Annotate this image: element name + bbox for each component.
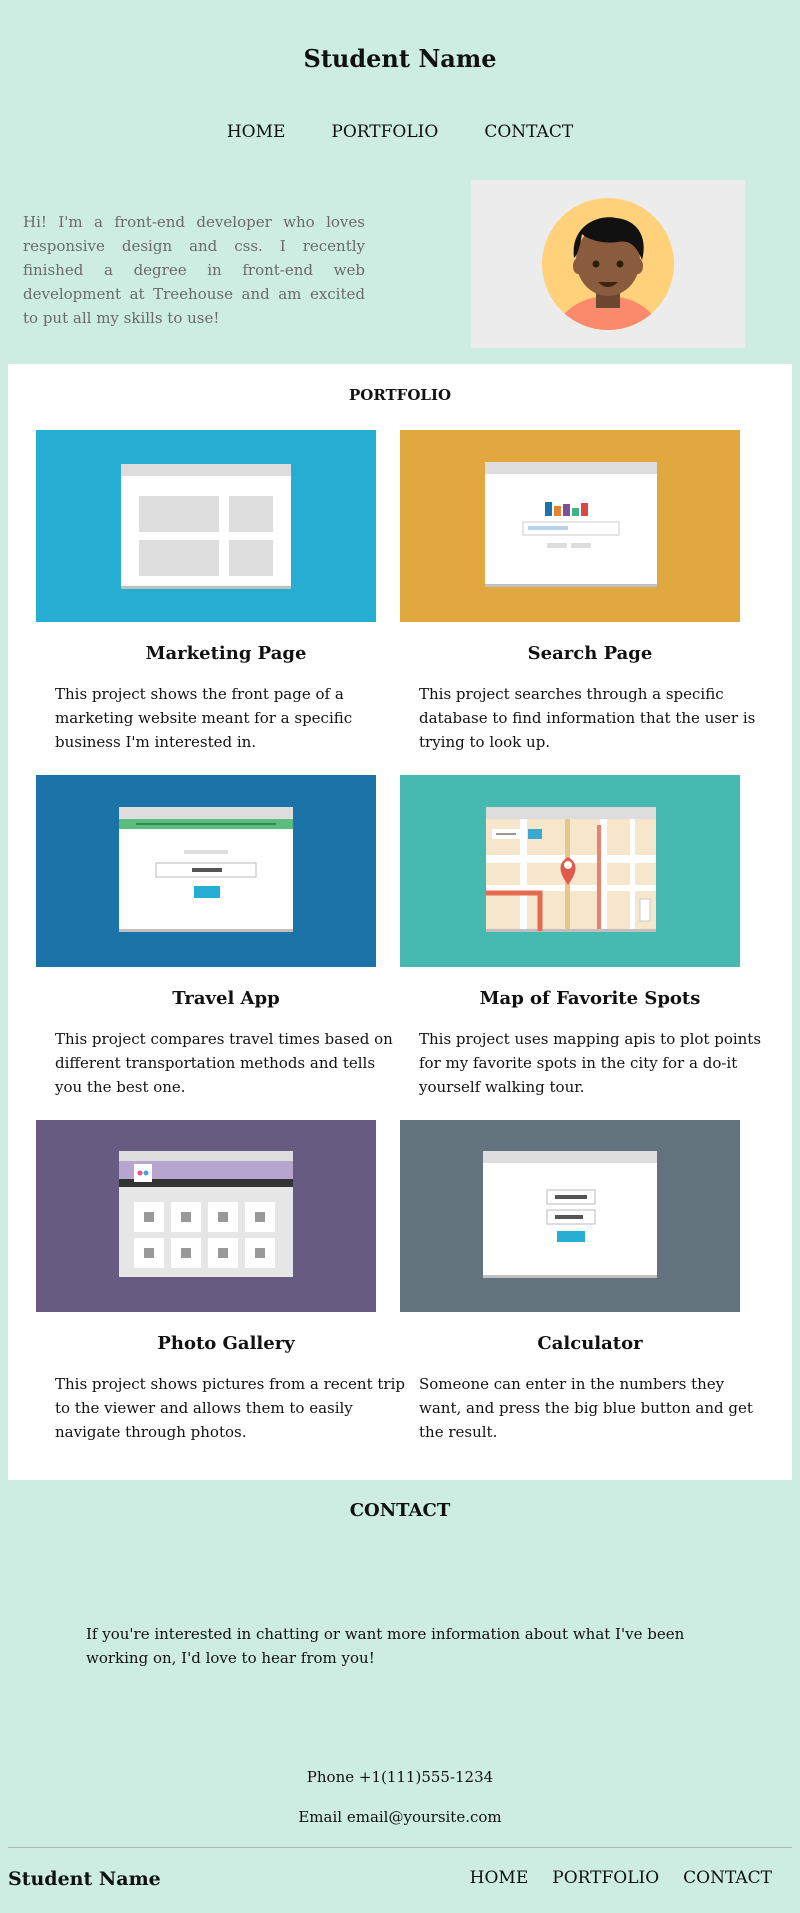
map-thumbnail [400, 775, 740, 967]
avatar [471, 180, 745, 348]
project-card-map[interactable]: Map of Favorite Spots This project uses … [400, 775, 761, 1096]
project-thumb[interactable] [400, 775, 740, 967]
nav-home[interactable]: HOME [227, 122, 286, 142]
search-page-thumbnail [400, 430, 740, 622]
project-thumb[interactable] [400, 1120, 740, 1312]
project-thumb[interactable] [36, 775, 376, 967]
intro-text: Hi! I'm a front-end developer who loves … [23, 213, 365, 327]
footer-nav-portfolio[interactable]: PORTFOLIO [552, 1868, 659, 1888]
project-description: This project searches through a specific… [419, 685, 756, 751]
contact-heading: CONTACT [349, 1500, 451, 1521]
footer-nav: HOME PORTFOLIO CONTACT [470, 1868, 772, 1888]
project-thumb[interactable] [400, 430, 740, 622]
project-card-gallery[interactable]: Photo Gallery This project shows picture… [36, 1120, 405, 1441]
project-description: Someone can enter in the numbers they wa… [419, 1375, 753, 1441]
project-card-travel[interactable]: Travel App This project compares travel … [36, 775, 393, 1096]
project-title: Search Page [527, 643, 653, 664]
project-description: This project shows pictures from a recen… [55, 1375, 405, 1441]
project-description: This project shows the front page of a m… [55, 685, 353, 751]
phone-number: Phone +1(111)555-1234 [306, 1768, 494, 1786]
project-description: This project uses mapping apis to plot p… [419, 1030, 762, 1096]
footer-nav-home[interactable]: HOME [470, 1868, 529, 1888]
top-nav: HOME PORTFOLIO CONTACT [0, 122, 800, 142]
project-title: Photo Gallery [157, 1333, 295, 1354]
marketing-page-thumbnail [36, 430, 376, 622]
avatar-illustration [542, 198, 674, 330]
travel-app-thumbnail [36, 775, 376, 967]
project-title: Calculator [537, 1333, 643, 1354]
email-address: Email email@yoursite.com [298, 1808, 502, 1826]
project-description: This project compares travel times based… [55, 1030, 393, 1096]
project-thumb[interactable] [36, 1120, 376, 1312]
nav-contact[interactable]: CONTACT [484, 122, 573, 142]
site-title: Student Name [303, 44, 497, 73]
footer-site-name: Student Name [8, 1868, 161, 1890]
project-thumb[interactable] [36, 430, 376, 622]
photo-gallery-thumbnail [36, 1120, 376, 1312]
contact-text: If you're interested in chatting or want… [86, 1625, 685, 1667]
project-card-calculator[interactable]: Calculator Someone can enter in the numb… [400, 1120, 753, 1441]
project-card-search[interactable]: Search Page This project searches throug… [400, 430, 755, 751]
footer-nav-contact[interactable]: CONTACT [683, 1868, 772, 1888]
calculator-thumbnail [400, 1120, 740, 1312]
portfolio-heading: PORTFOLIO [348, 386, 452, 404]
footer-divider [8, 1847, 792, 1848]
portfolio-section: PORTFOLIO Marketing Page This project sh… [8, 364, 792, 1480]
project-title: Travel App [172, 988, 280, 1009]
project-title: Map of Favorite Spots [479, 988, 701, 1009]
project-card-marketing[interactable]: Marketing Page This project shows the fr… [36, 430, 376, 751]
project-title: Marketing Page [145, 643, 307, 664]
nav-portfolio[interactable]: PORTFOLIO [331, 122, 438, 142]
